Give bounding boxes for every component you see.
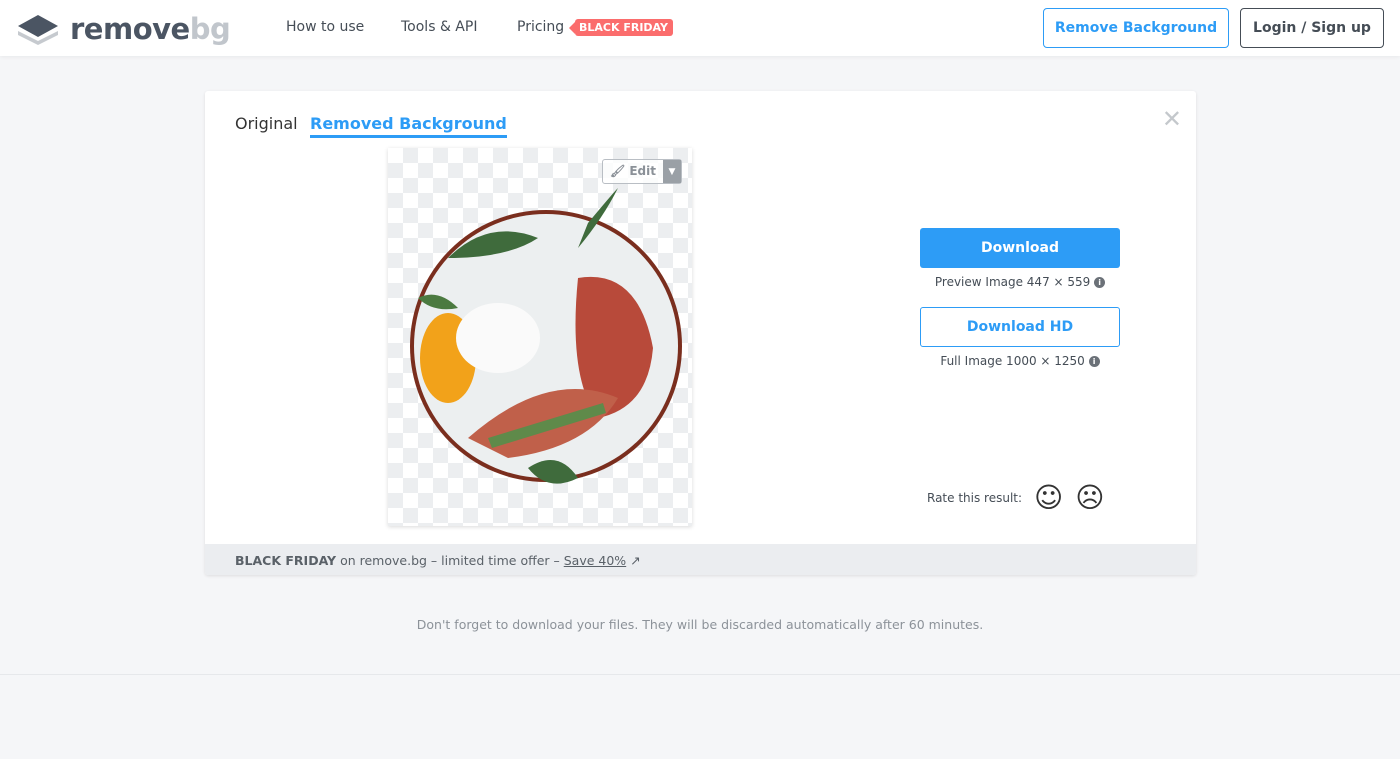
login-signup-button[interactable]: Login / Sign up xyxy=(1240,8,1384,48)
save-link[interactable]: Save 40% xyxy=(564,553,626,568)
rating: Rate this result: ☺ ☹ xyxy=(927,481,1104,514)
logo-text-accent: bg xyxy=(189,12,231,46)
info-icon[interactable]: i xyxy=(1094,277,1106,288)
promo-text: on remove.bg – limited time offer – xyxy=(336,553,564,568)
chevron-down-icon[interactable]: ▼ xyxy=(663,160,681,183)
edit-button[interactable]: 🖌 Edit ▼ xyxy=(601,159,682,184)
full-info-text: Full Image 1000 × 1250 xyxy=(940,354,1085,368)
full-info: Full Image 1000 × 1250 i xyxy=(920,354,1120,368)
info-icon[interactable]: i xyxy=(1088,356,1100,367)
logo-icon xyxy=(18,15,58,45)
smile-icon[interactable]: ☺ xyxy=(1034,481,1063,514)
black-friday-badge[interactable]: BLACK FRIDAY xyxy=(569,19,673,36)
edit-label: Edit xyxy=(629,164,656,178)
preview-info-text: Preview Image 447 × 559 xyxy=(934,275,1091,289)
logo[interactable]: removebg xyxy=(16,12,231,46)
download-hd-button[interactable]: Download HD xyxy=(920,307,1120,347)
brush-icon: 🖌 xyxy=(609,164,626,178)
nav-tools-api[interactable]: Tools & API xyxy=(401,19,477,35)
promo-bold: BLACK FRIDAY xyxy=(235,553,337,568)
external-link-icon[interactable]: ↗ xyxy=(630,553,640,568)
header: removebg How to use Tools & API Pricing … xyxy=(0,0,1400,56)
download-button[interactable]: Download xyxy=(920,228,1120,268)
nav-pricing[interactable]: Pricing xyxy=(517,19,564,35)
preview-info: Preview Image 447 × 559 i xyxy=(920,275,1120,289)
tab-original[interactable]: Original xyxy=(235,114,298,133)
rate-label: Rate this result: xyxy=(927,490,1023,505)
close-icon[interactable]: ✕ xyxy=(1162,105,1182,133)
result-image: 🖌 Edit ▼ xyxy=(388,148,692,526)
food-plate-image xyxy=(410,188,682,484)
divider xyxy=(0,674,1400,675)
nav-how-to-use[interactable]: How to use xyxy=(286,19,364,35)
result-card: Original Removed Background ✕ 🖌 Edit ▼ Do… xyxy=(205,91,1196,575)
remove-background-button[interactable]: Remove Background xyxy=(1043,8,1229,48)
logo-text: remove xyxy=(70,12,190,46)
tab-removed-background[interactable]: Removed Background xyxy=(310,114,507,138)
discard-note: Don't forget to download your files. The… xyxy=(416,617,984,632)
promo-banner: BLACK FRIDAY on remove.bg – limited time… xyxy=(205,544,1196,575)
frown-icon[interactable]: ☹ xyxy=(1075,481,1104,514)
